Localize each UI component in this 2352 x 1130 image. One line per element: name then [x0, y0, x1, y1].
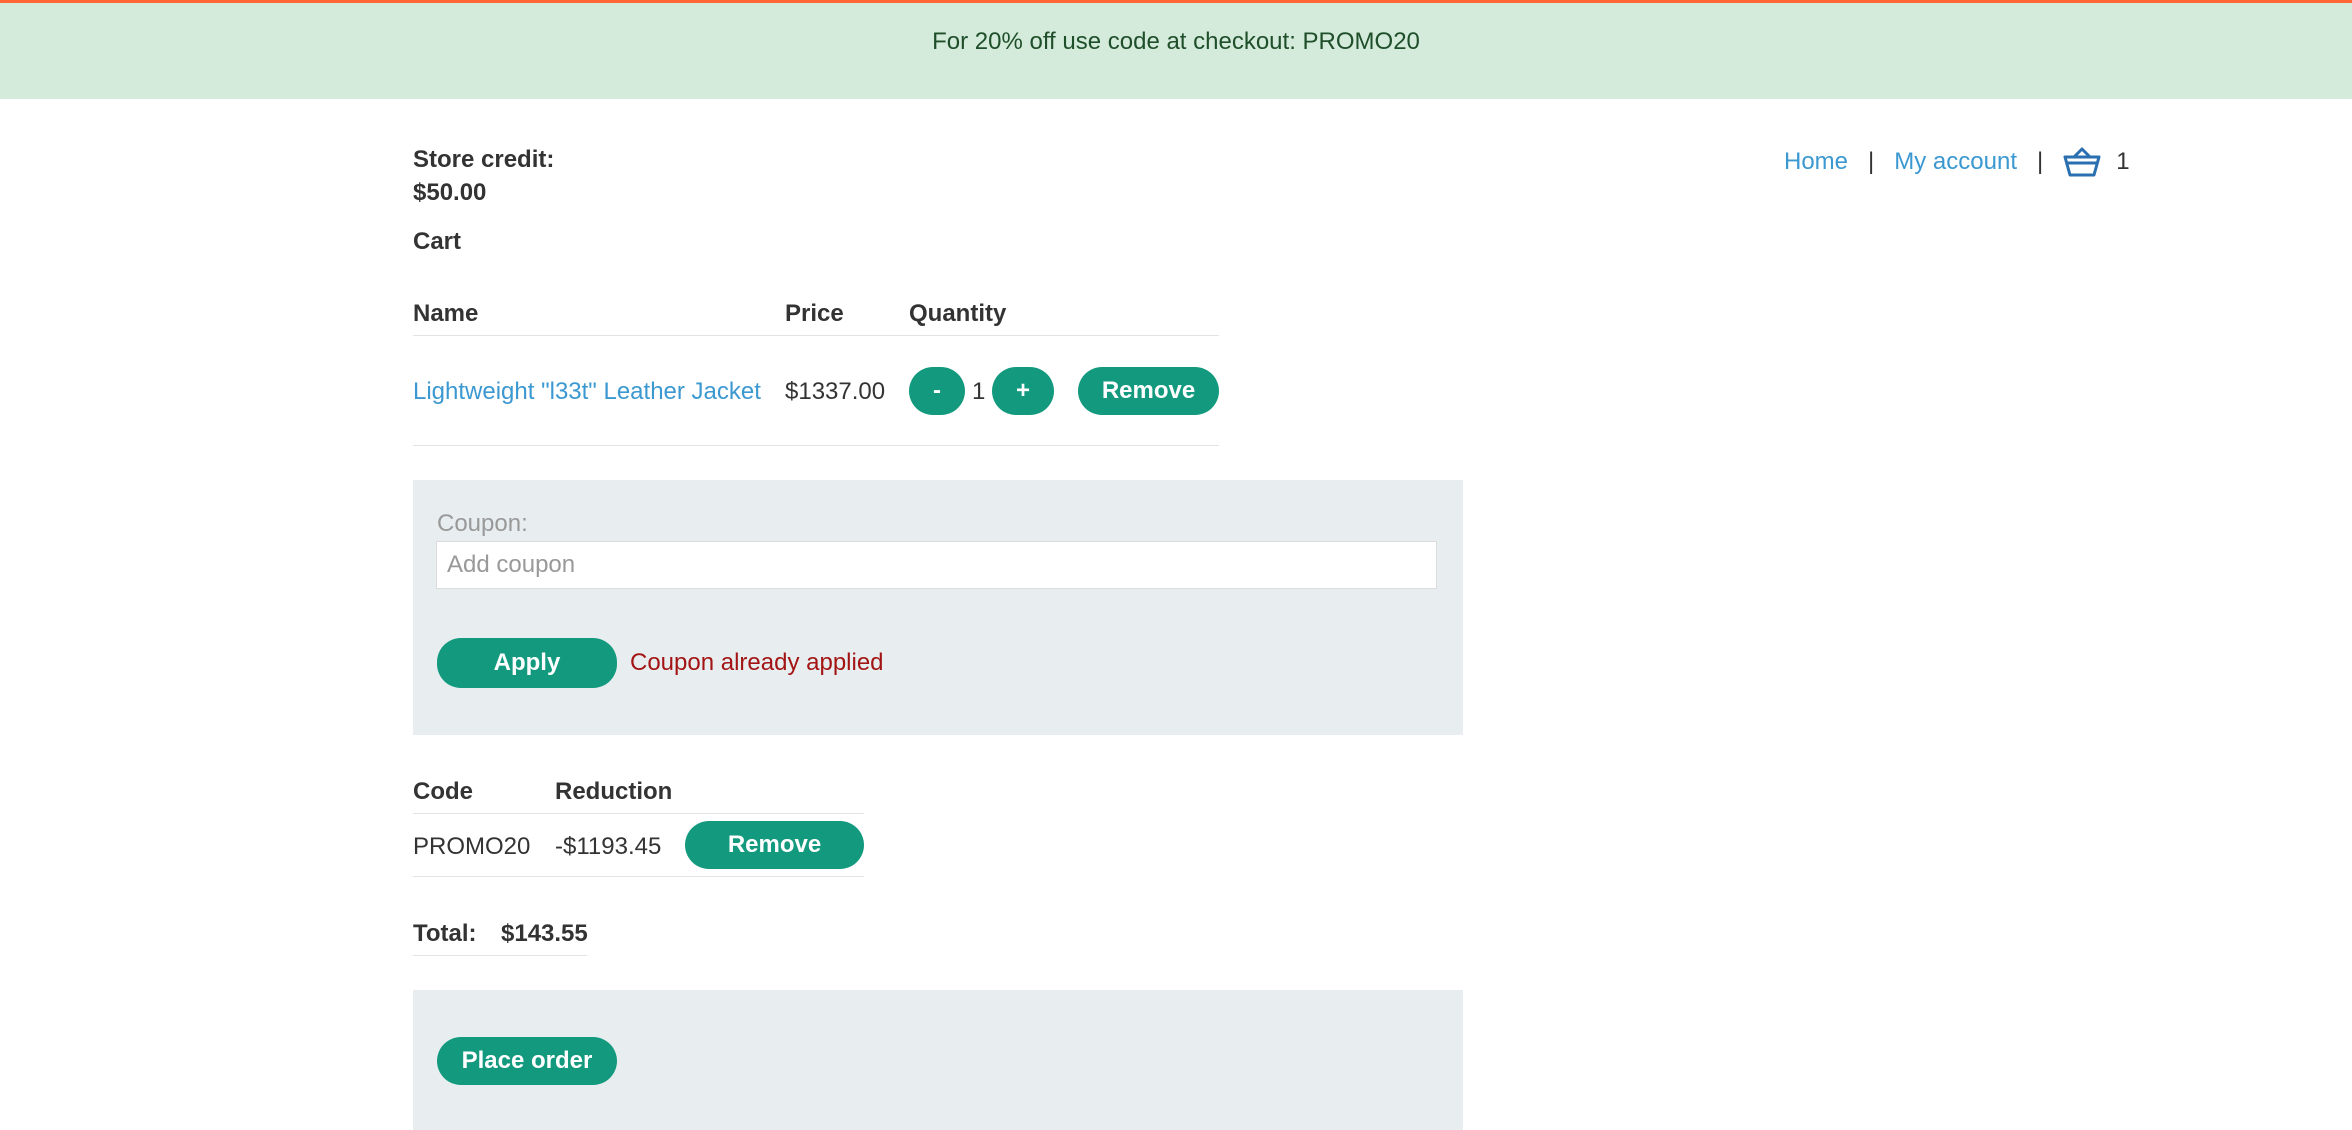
decrease-quantity-button[interactable]: -	[909, 367, 965, 415]
coupon-panel	[413, 480, 1463, 735]
coupon-error-message: Coupon already applied	[630, 649, 884, 676]
store-credit-value: $50.00	[413, 179, 487, 206]
cart-item-quantity: 1	[972, 378, 986, 405]
nav-separator: |	[1868, 148, 1875, 175]
table-divider	[413, 813, 864, 814]
table-divider	[413, 335, 1219, 336]
place-order-button[interactable]: Place order	[437, 1037, 617, 1085]
promo-banner-text: For 20% off use code at checkout: PROMO2…	[932, 28, 1420, 55]
my-account-link[interactable]: My account	[1894, 148, 2017, 176]
cart-title: Cart	[413, 228, 462, 255]
increase-quantity-button[interactable]: +	[992, 367, 1054, 415]
column-header-name: Name	[413, 300, 479, 327]
cart-count: 1	[2116, 148, 2130, 175]
promo-banner: For 20% off use code at checkout: PROMO2…	[0, 3, 2352, 99]
column-header-price: Price	[785, 300, 844, 327]
coupon-code: PROMO20	[413, 833, 531, 860]
total-divider	[413, 955, 587, 956]
cart-item-price: $1337.00	[785, 378, 886, 405]
table-divider	[413, 876, 864, 877]
remove-item-button[interactable]: Remove	[1078, 367, 1219, 415]
nav-separator: |	[2036, 148, 2044, 175]
coupon-input[interactable]	[436, 541, 1437, 589]
cart-item-name-link[interactable]: Lightweight "l33t" Leather Jacket	[413, 378, 761, 406]
header-nav: Home | My account | 1	[1784, 146, 2130, 178]
basket-icon[interactable]	[2063, 146, 2101, 178]
column-header-reduction: Reduction	[555, 778, 673, 805]
total-label: Total:	[413, 920, 477, 947]
store-credit-label: Store credit:	[413, 146, 555, 173]
coupon-reduction: -$1193.45	[555, 833, 662, 860]
table-divider	[413, 445, 1219, 446]
total-value: $143.55	[501, 920, 588, 947]
remove-coupon-button[interactable]: Remove	[685, 821, 864, 869]
column-header-code: Code	[413, 778, 473, 805]
apply-coupon-button[interactable]: Apply	[437, 638, 617, 688]
home-link[interactable]: Home	[1784, 148, 1848, 176]
column-header-quantity: Quantity	[909, 300, 1007, 327]
coupon-label: Coupon:	[437, 510, 528, 537]
